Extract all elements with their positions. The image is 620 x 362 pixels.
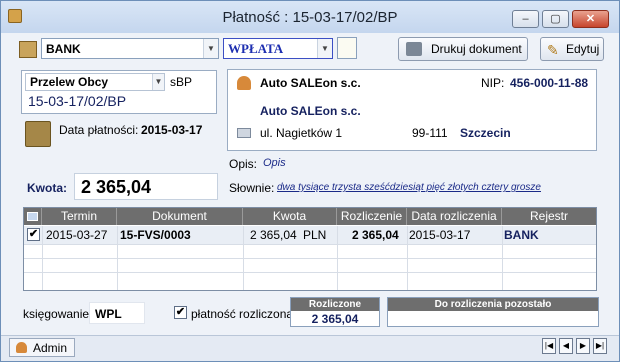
notes-icon[interactable] (337, 37, 357, 59)
address-icon (237, 128, 251, 138)
column-header-rozliczenie[interactable]: Rozliczenie (337, 208, 407, 225)
chevron-down-icon[interactable]: ▼ (152, 74, 164, 90)
row-dokument: 15-FVS/0003 (120, 228, 191, 242)
settled-summary: Rozliczone 2 365,04 (290, 297, 380, 327)
remaining-summary: Do rozliczenia pozostało (387, 297, 599, 327)
amount-field: 2 365,04 (74, 173, 218, 200)
description-value[interactable]: Opis (263, 157, 286, 169)
ksiegowanie-field[interactable]: WPL (89, 302, 145, 324)
next-record-button[interactable]: ▶ (576, 338, 590, 354)
select-all-checkbox[interactable] (24, 208, 42, 225)
description-label: Opis: (229, 157, 258, 171)
user-icon (237, 76, 251, 90)
chevron-down-icon[interactable]: ▼ (203, 39, 218, 58)
grid-line (24, 244, 596, 245)
print-button-label: Drukuj dokument (431, 42, 522, 56)
row-currency: PLN (303, 228, 327, 242)
last-record-button[interactable]: ▶| (593, 338, 607, 354)
grid-line (502, 226, 503, 290)
amount-in-words-label: Słownie: (229, 181, 275, 195)
pencil-icon: ✎ (547, 42, 559, 58)
user-icon (16, 342, 27, 353)
nip-value: 456-000-11-88 (510, 76, 589, 90)
edit-button-label: Edytuj (566, 42, 600, 56)
amount-in-words-value: dwa tysiące trzysta sześćdziesiąt pięć z… (277, 182, 541, 193)
row-data-rozliczenia: 2015-03-17 (409, 228, 471, 242)
printer-icon (406, 42, 422, 56)
close-button[interactable]: ✕ (572, 10, 609, 28)
column-header-dokument[interactable]: Dokument (117, 208, 243, 225)
column-header-rejestr[interactable]: Rejestr (502, 208, 596, 225)
maximize-button[interactable]: ▢ (542, 10, 569, 28)
settled-checkbox[interactable]: ✔ (174, 306, 187, 319)
print-document-button[interactable]: Drukuj dokument (398, 37, 528, 61)
settled-summary-value: 2 365,04 (311, 312, 359, 326)
remaining-summary-header: Do rozliczenia pozostało (388, 298, 598, 311)
contractor-panel: Auto SALEon s.c. NIP: 456-000-11-88 Auto… (227, 69, 597, 151)
grid-line (117, 226, 118, 290)
previous-record-button[interactable]: ◀ (559, 338, 573, 354)
payment-method-select[interactable]: Przelew Obcy ▼ (25, 73, 165, 91)
column-header-termin[interactable]: Termin (42, 208, 117, 225)
contractor-street: ul. Nagietków 1 (260, 126, 343, 140)
row-rozliczenie: 2 365,04 (352, 228, 399, 242)
grid-line (407, 226, 408, 290)
contractor-postal: 99-111 (412, 126, 448, 140)
amount-value: 2 365,04 (81, 177, 152, 197)
grid-line (243, 226, 244, 290)
row-kwota: 2 365,04 (250, 228, 297, 242)
register-select[interactable]: BANK ▼ (41, 38, 219, 59)
table-header: Termin Dokument Kwota Rozliczenie Data r… (24, 208, 596, 225)
row-checkbox[interactable]: ✔ (27, 228, 40, 241)
current-user: Admin (33, 341, 68, 355)
first-record-button[interactable]: |◀ (542, 338, 556, 354)
payment-method-value: Przelew Obcy (30, 75, 109, 89)
settled-checkbox-label[interactable]: płatność rozliczona (191, 307, 293, 321)
chevron-down-icon[interactable]: ▼ (317, 39, 332, 58)
amount-label: Kwota: (27, 181, 67, 195)
payment-type-value: WPŁATA (228, 41, 284, 56)
contractor-full-name: Auto SALEon s.c. (260, 104, 361, 118)
user-badge[interactable]: Admin (9, 338, 75, 357)
bank-register-icon (19, 41, 37, 58)
register-value: BANK (46, 42, 81, 56)
minimize-button[interactable]: – (512, 10, 539, 28)
title-bar: Płatność : 15-03-17/02/BP – ▢ ✕ (1, 1, 619, 33)
edit-button[interactable]: ✎ Edytuj (540, 37, 604, 61)
payment-number: 15-03-17/02/BP (28, 93, 127, 109)
contractor-city: Szczecin (460, 126, 511, 140)
settlements-table[interactable]: Termin Dokument Kwota Rozliczenie Data r… (23, 207, 597, 291)
row-rejestr: BANK (504, 228, 539, 242)
payment-type-select[interactable]: WPŁATA ▼ (223, 38, 333, 59)
payment-date-label: Data płatności: (59, 123, 139, 137)
ksiegowanie-value: WPL (95, 307, 122, 321)
payment-date-value: 2015-03-17 (141, 123, 203, 137)
grid-line (337, 226, 338, 290)
ksiegowanie-label: księgowanie: (23, 307, 93, 321)
payment-method-panel: Przelew Obcy ▼ sBP 15-03-17/02/BP (21, 70, 217, 114)
payment-window: Płatność : 15-03-17/02/BP – ▢ ✕ BANK ▼ W… (0, 0, 620, 362)
grid-line (24, 258, 596, 259)
settled-summary-header: Rozliczone (291, 298, 379, 311)
row-termin: 2015-03-27 (46, 228, 108, 242)
doc-symbol: sBP (170, 75, 193, 89)
grid-line (42, 226, 43, 290)
contractor-name: Auto SALEon s.c. (260, 76, 361, 90)
nip-label: NIP: (481, 76, 505, 90)
grid-line (24, 272, 596, 273)
table-row[interactable]: ✔ 2015-03-27 15-FVS/0003 2 365,04 PLN 2 … (24, 226, 596, 244)
column-header-kwota[interactable]: Kwota (243, 208, 337, 225)
bank-building-icon (25, 121, 51, 147)
column-header-data-rozliczenia[interactable]: Data rozliczenia (407, 208, 502, 225)
status-bar (1, 335, 619, 361)
